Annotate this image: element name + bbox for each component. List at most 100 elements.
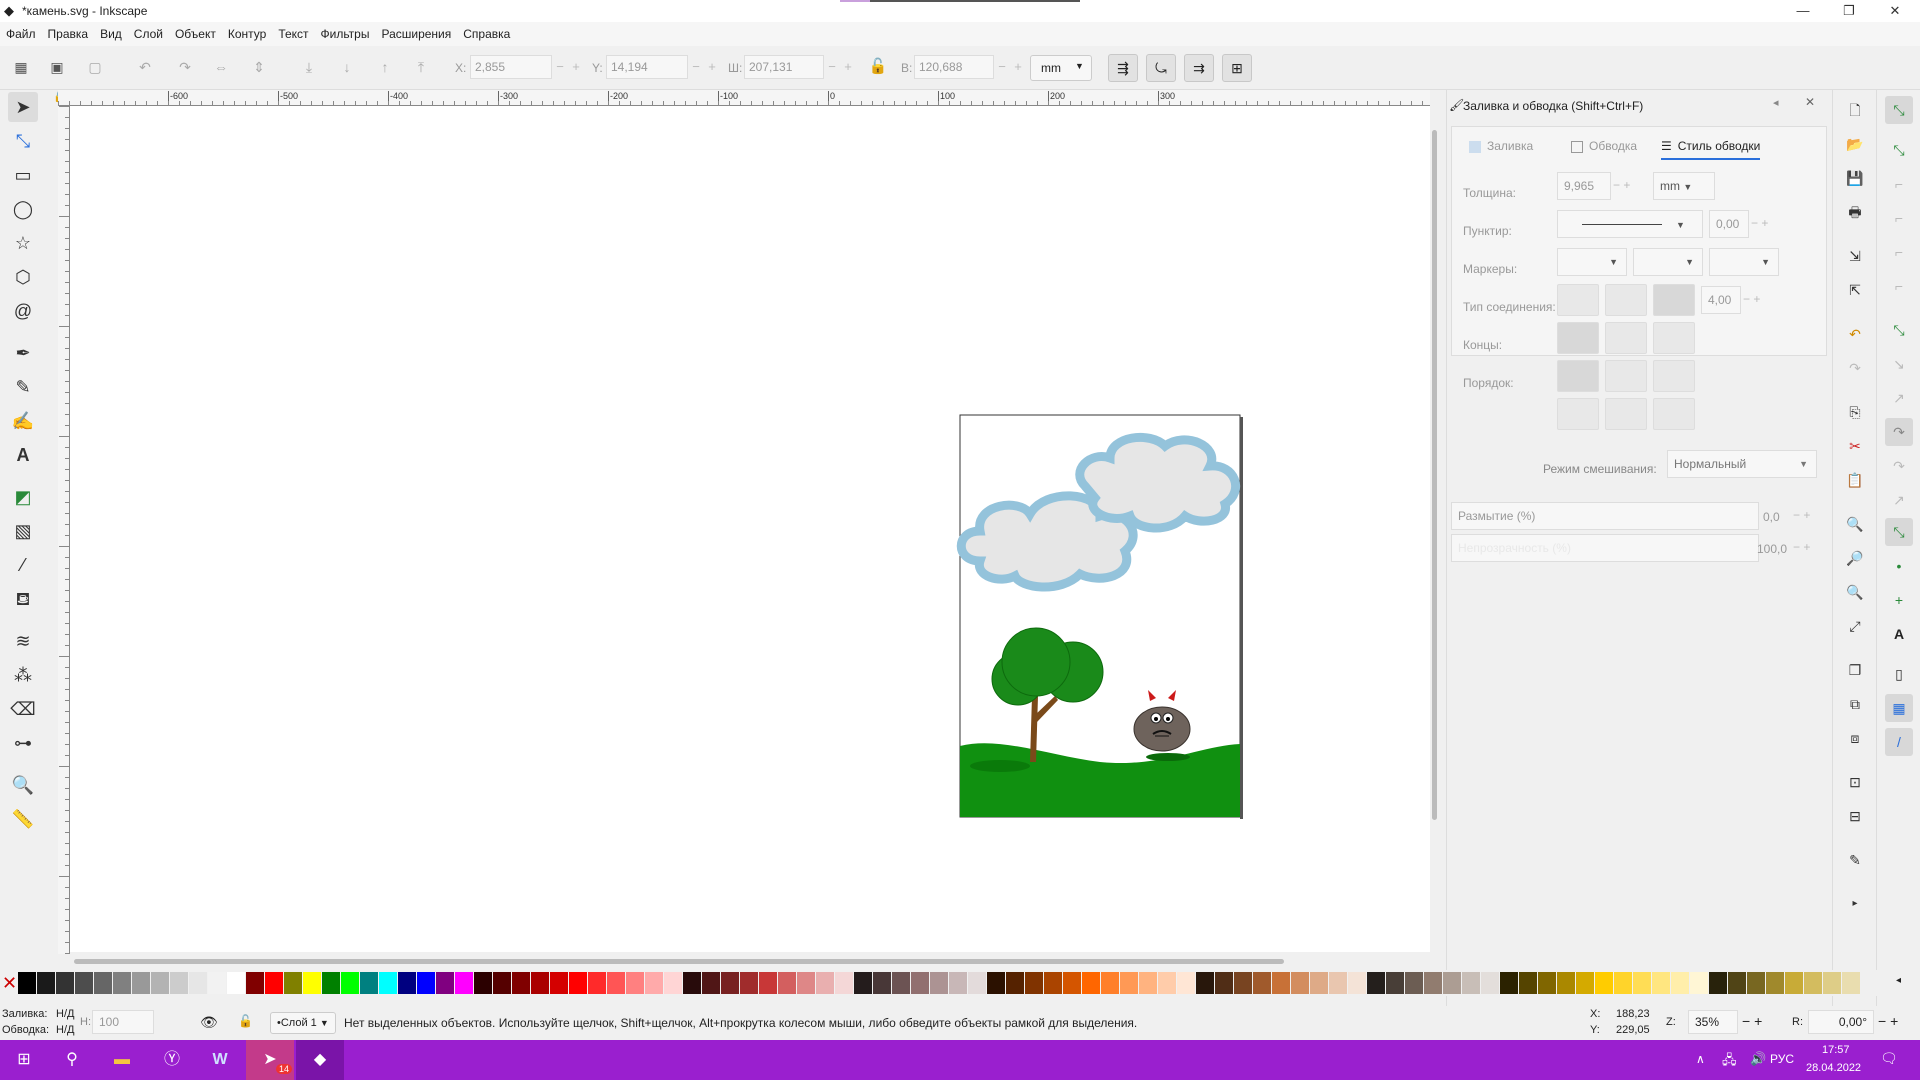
palette-swatch[interactable] <box>702 972 720 994</box>
palette-swatch[interactable] <box>1481 972 1499 994</box>
palette-swatch[interactable] <box>1329 972 1347 994</box>
opacity-short-input[interactable]: 100 <box>92 1010 154 1034</box>
yandex-browser-icon[interactable]: Ⓨ <box>148 1040 196 1080</box>
tweak-tool-icon[interactable]: ≋ <box>8 626 38 656</box>
export-icon[interactable]: ⇱ <box>1841 276 1869 304</box>
spiral-tool-icon[interactable]: @ <box>8 296 38 326</box>
zoom-tool-icon[interactable]: 🔍 <box>8 770 38 800</box>
palette-swatch[interactable] <box>208 972 226 994</box>
new-document-icon[interactable]: 🗋 <box>1841 96 1869 124</box>
height-input[interactable]: 120,688 <box>914 55 994 79</box>
panel-iconify-icon[interactable]: ◂ <box>1773 96 1779 109</box>
file-explorer-icon[interactable]: ▬ <box>98 1040 146 1080</box>
palette-swatch[interactable] <box>1120 972 1138 994</box>
opacity-stepper[interactable]: − + <box>1793 540 1810 554</box>
snap-others-icon[interactable]: ⤡ <box>1885 518 1913 546</box>
palette-swatch[interactable] <box>132 972 150 994</box>
menu-path[interactable]: Контур <box>222 22 272 46</box>
language-indicator[interactable]: РУС <box>1770 1052 1794 1066</box>
zoom-drawing-icon[interactable]: 🔎 <box>1841 544 1869 572</box>
palette-swatch[interactable] <box>75 972 93 994</box>
canvas[interactable] <box>70 106 1430 952</box>
star-tool-icon[interactable]: ☆ <box>8 228 38 258</box>
palette-swatch[interactable] <box>778 972 796 994</box>
palette-swatch[interactable] <box>1842 972 1860 994</box>
tab-fill[interactable]: Заливка <box>1469 132 1533 160</box>
minimize-button[interactable]: — <box>1780 0 1826 22</box>
palette-swatch[interactable] <box>1234 972 1252 994</box>
order-5-button[interactable] <box>1605 398 1647 430</box>
scale-corners-icon[interactable]: ⤿ <box>1146 54 1176 82</box>
palette-swatch[interactable] <box>835 972 853 994</box>
palette-swatch[interactable] <box>436 972 454 994</box>
lower-icon[interactable]: ↓ <box>334 54 360 80</box>
palette-swatch[interactable] <box>455 972 473 994</box>
palette-swatch[interactable] <box>1158 972 1176 994</box>
miter-limit-stepper[interactable]: − + <box>1743 292 1760 306</box>
rotation-stepper[interactable]: − + <box>1878 1013 1898 1029</box>
undo-icon[interactable]: ↶ <box>1841 320 1869 348</box>
snap-bbox-corner-icon[interactable]: ⌐ <box>1885 204 1913 232</box>
palette-swatch[interactable] <box>721 972 739 994</box>
palette-swatch[interactable] <box>1728 972 1746 994</box>
mid-marker-select[interactable]: ▼ <box>1633 248 1703 276</box>
snap-bbox-center-icon[interactable]: ⌐ <box>1885 272 1913 300</box>
palette-swatch[interactable] <box>949 972 967 994</box>
snap-bbox-midpoint-icon[interactable]: ⌐ <box>1885 238 1913 266</box>
palette-swatch[interactable] <box>1386 972 1404 994</box>
menu-layer[interactable]: Слой <box>128 22 169 46</box>
palette-swatch[interactable] <box>341 972 359 994</box>
clock-time[interactable]: 17:57 <box>1822 1044 1850 1056</box>
lower-to-bottom-icon[interactable]: ⤓ <box>296 54 322 80</box>
palette-swatch[interactable] <box>1025 972 1043 994</box>
menu-text[interactable]: Текст <box>272 22 314 46</box>
snap-bbox-icon[interactable]: ⤡ <box>1885 136 1913 164</box>
cap-round-button[interactable] <box>1605 322 1647 354</box>
clock-date[interactable]: 28.04.2022 <box>1806 1062 1861 1074</box>
snap-grid-icon[interactable]: ▦ <box>1885 694 1913 722</box>
move-patterns-icon[interactable]: ⊞ <box>1222 54 1252 82</box>
palette-swatch[interactable] <box>1177 972 1195 994</box>
palette-swatch[interactable] <box>1595 972 1613 994</box>
clone-icon[interactable]: ⧉ <box>1841 690 1869 718</box>
deselect-icon[interactable]: ▢ <box>82 54 108 80</box>
palette-swatch[interactable] <box>873 972 891 994</box>
miter-limit-input[interactable]: 4,00 <box>1701 286 1741 314</box>
palette-swatch[interactable] <box>474 972 492 994</box>
blur-slider[interactable]: Размытие (%) <box>1451 502 1759 530</box>
palette-swatch[interactable] <box>607 972 625 994</box>
palette-swatch[interactable] <box>1538 972 1556 994</box>
x-increment[interactable]: + <box>568 55 584 79</box>
y-input[interactable]: 14,194 <box>606 55 688 79</box>
join-bevel-button[interactable] <box>1557 284 1599 316</box>
height-increment[interactable]: + <box>1010 55 1026 79</box>
vertical-scrollbar[interactable] <box>1430 90 1438 970</box>
print-icon[interactable]: 🖶 <box>1841 198 1869 226</box>
palette-swatch[interactable] <box>1063 972 1081 994</box>
volume-icon[interactable]: 🔊 <box>1750 1051 1766 1067</box>
width-decrement[interactable]: − <box>824 55 840 79</box>
horizontal-scroll-thumb[interactable] <box>74 959 1284 964</box>
snap-intersection-icon[interactable]: ↗ <box>1885 384 1913 412</box>
rotation-input[interactable]: 0,00° <box>1808 1010 1874 1034</box>
group-icon[interactable]: ⊡ <box>1841 768 1869 796</box>
menu-file[interactable]: Файл <box>0 22 42 46</box>
fill-indicator-value[interactable]: Н/Д <box>56 1008 74 1020</box>
cut-icon[interactable]: ✂ <box>1841 432 1869 460</box>
cap-square-button[interactable] <box>1653 322 1695 354</box>
lock-ratio-icon[interactable]: 🔓 <box>865 54 891 80</box>
palette-swatch[interactable] <box>398 972 416 994</box>
tray-chevron-icon[interactable]: ∧ <box>1696 1052 1705 1066</box>
copy-icon[interactable]: ⎘ <box>1841 398 1869 426</box>
palette-menu-icon[interactable]: ◂ <box>1896 975 1901 986</box>
redo-icon[interactable]: ↷ <box>1841 354 1869 382</box>
palette-swatch[interactable] <box>18 972 36 994</box>
raise-icon[interactable]: ↑ <box>372 54 398 80</box>
network-icon[interactable]: 🖧 <box>1722 1051 1737 1073</box>
order-6-button[interactable] <box>1653 398 1695 430</box>
palette-swatch[interactable] <box>1709 972 1727 994</box>
palette-swatch[interactable] <box>664 972 682 994</box>
scale-stroke-icon[interactable]: ⇶ <box>1108 54 1138 82</box>
start-button-icon[interactable]: ⊞ <box>0 1040 48 1080</box>
maximize-button[interactable]: ❐ <box>1826 0 1872 22</box>
